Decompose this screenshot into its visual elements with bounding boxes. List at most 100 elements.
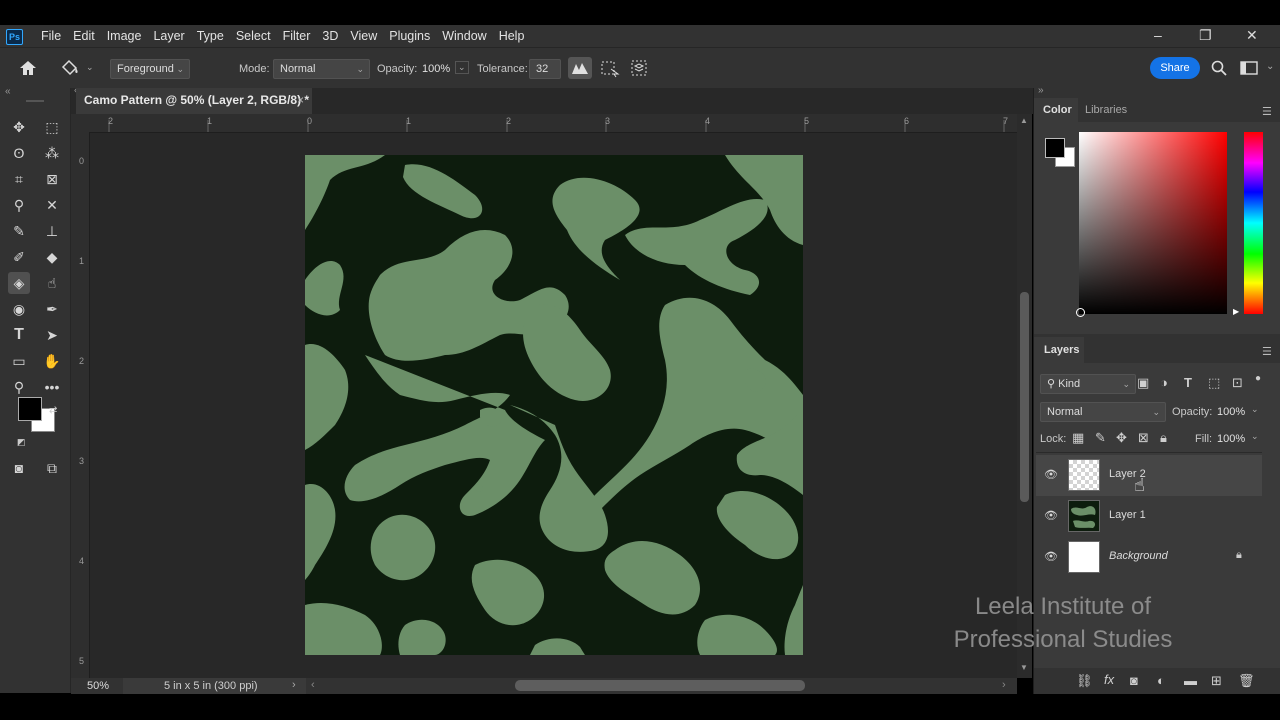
minimize-button[interactable]: – xyxy=(1154,27,1162,43)
close-window-button[interactable]: ✕ xyxy=(1246,27,1258,44)
contiguous-icon[interactable] xyxy=(599,57,621,79)
hue-slider[interactable] xyxy=(1244,132,1263,314)
fill-value[interactable]: 100% xyxy=(1217,433,1245,445)
menu-file[interactable]: File xyxy=(35,28,67,44)
menu-window[interactable]: Window xyxy=(436,28,492,44)
tab-libraries[interactable]: Libraries xyxy=(1085,104,1127,116)
smudge-tool-icon[interactable]: ☝ xyxy=(41,272,63,294)
new-group-icon[interactable]: ▬ xyxy=(1184,673,1197,688)
move-tool-icon[interactable]: ✥ xyxy=(8,116,30,138)
menu-filter[interactable]: Filter xyxy=(277,28,317,44)
add-mask-icon[interactable]: ◙ xyxy=(1130,673,1138,688)
menu-select[interactable]: Select xyxy=(230,28,277,44)
scroll-down-icon[interactable]: ▼ xyxy=(1020,663,1028,672)
home-icon[interactable] xyxy=(19,60,37,76)
screen-mode-icon[interactable]: ⧉ xyxy=(41,457,63,479)
anti-alias-toggle[interactable] xyxy=(568,57,592,79)
document-tab[interactable]: Camo Pattern @ 50% (Layer 2, RGB/8) * × xyxy=(76,88,312,114)
panel-menu-icon[interactable]: ☰ xyxy=(1262,105,1272,118)
search-icon[interactable] xyxy=(1211,60,1227,76)
color-picker-marker[interactable] xyxy=(1076,308,1085,317)
visibility-eye-icon[interactable]: 👁︎ xyxy=(1044,509,1058,522)
zoom-tool-icon[interactable]: ⚲ xyxy=(8,376,30,398)
layers-panel-menu-icon[interactable]: ☰ xyxy=(1262,345,1272,358)
paint-bucket-tool-icon[interactable]: ◈ xyxy=(8,272,30,294)
layer-filter-dropdown[interactable]: ⚲ Kind ⌄ xyxy=(1040,374,1136,394)
lock-position-icon[interactable]: ✥ xyxy=(1116,430,1127,446)
chevron-down-icon[interactable]: ⌄ xyxy=(1251,431,1259,442)
blend-mode-dropdown[interactable]: Normal ⌄ xyxy=(1040,402,1166,422)
layer-row-background[interactable]: 👁︎ Background 🔒︎ xyxy=(1036,537,1262,578)
rectangle-tool-icon[interactable]: ▭ xyxy=(8,350,30,372)
quick-mask-icon[interactable]: ◙ xyxy=(8,457,30,479)
menu-plugins[interactable]: Plugins xyxy=(383,28,436,44)
filter-type-icon[interactable]: T xyxy=(1184,375,1192,390)
tolerance-input[interactable]: 32 xyxy=(529,59,561,79)
filter-pixel-icon[interactable]: ▣ xyxy=(1137,375,1149,391)
layer-opacity-value[interactable]: 100% xyxy=(1217,406,1245,418)
lock-transparent-pixels-icon[interactable]: ▦ xyxy=(1072,430,1084,446)
layer-lock-icon[interactable]: 🔒︎ xyxy=(1236,549,1242,562)
crop-tool-icon[interactable]: ⌗ xyxy=(8,168,30,190)
tab-layers[interactable]: Layers xyxy=(1044,344,1079,356)
all-layers-icon[interactable] xyxy=(628,57,650,79)
horizontal-scrollbar-thumb[interactable] xyxy=(515,680,805,691)
menu-help[interactable]: Help xyxy=(493,28,531,44)
swap-colors-icon[interactable]: ⇄ xyxy=(49,405,57,416)
filter-adjustment-icon[interactable]: ◑ xyxy=(1160,375,1168,390)
scroll-up-icon[interactable]: ▲ xyxy=(1020,116,1028,125)
opacity-chevron-icon[interactable]: ⌄ xyxy=(455,61,469,74)
magic-wand-tool-icon[interactable]: ⁂ xyxy=(41,142,63,164)
lasso-tool-icon[interactable]: ʘ xyxy=(8,142,30,164)
link-layers-icon[interactable]: ⛓ xyxy=(1076,673,1093,689)
tab-color[interactable]: Color xyxy=(1043,104,1072,116)
paint-bucket-tool-preset-icon[interactable] xyxy=(60,59,80,77)
menu-view[interactable]: View xyxy=(344,28,383,44)
fill-source-dropdown[interactable]: Foreground ⌄ xyxy=(110,59,190,79)
adjustment-layer-icon[interactable]: ◐ xyxy=(1157,673,1165,688)
chevron-down-icon[interactable]: ⌄ xyxy=(1266,61,1274,72)
menu-3d[interactable]: 3D xyxy=(316,28,344,44)
chevron-down-icon[interactable]: ⌄ xyxy=(86,62,94,73)
pen-tool-icon[interactable]: ✒ xyxy=(41,298,63,320)
layer-name[interactable]: Layer 1 xyxy=(1109,509,1146,521)
vertical-scrollbar-thumb[interactable] xyxy=(1020,292,1029,502)
visibility-eye-icon[interactable]: 👁︎ xyxy=(1044,550,1058,563)
lock-image-pixels-icon[interactable]: ✎ xyxy=(1095,430,1106,446)
menu-layer[interactable]: Layer xyxy=(147,28,190,44)
path-selection-tool-icon[interactable]: ➤ xyxy=(41,324,63,346)
close-tab-icon[interactable]: × xyxy=(297,88,304,112)
layer-style-fx-icon[interactable]: fx xyxy=(1104,672,1114,687)
hue-slider-handle-icon[interactable]: ▶ xyxy=(1233,307,1239,316)
opacity-value[interactable]: 100% xyxy=(422,63,450,75)
default-colors-icon[interactable]: ◩ xyxy=(17,437,26,448)
frame-tool-icon[interactable]: ⊠ xyxy=(41,168,63,190)
color-picker-field[interactable] xyxy=(1079,132,1227,314)
healing-brush-tool-icon[interactable]: ✕ xyxy=(41,194,63,216)
share-button[interactable]: Share xyxy=(1150,57,1200,79)
layer-row-layer-1[interactable]: 👁︎ Layer 1 xyxy=(1036,496,1262,537)
collapse-chevron-icon[interactable]: « xyxy=(5,86,11,97)
layer-name[interactable]: Background xyxy=(1109,550,1168,562)
layer-row-layer-2[interactable]: 👁︎ Layer 2 ☝ xyxy=(1036,455,1262,496)
lock-artboard-icon[interactable]: ⊠ xyxy=(1138,430,1149,446)
eyedropper-tool-icon[interactable]: ⚲ xyxy=(8,194,30,216)
scroll-left-icon[interactable]: ‹ xyxy=(311,679,315,691)
lock-all-icon[interactable]: 🔒︎ xyxy=(1160,430,1167,446)
brush-tool-icon[interactable]: ✎ xyxy=(8,220,30,242)
marquee-tool-icon[interactable]: ⬚ xyxy=(41,116,63,138)
menu-edit[interactable]: Edit xyxy=(67,28,101,44)
eraser-tool-icon[interactable]: ◆ xyxy=(41,246,63,268)
filter-shape-icon[interactable]: ⬚ xyxy=(1208,375,1220,391)
filter-smart-object-icon[interactable]: ⊡ xyxy=(1232,375,1243,391)
delete-layer-icon[interactable]: 🗑︎ xyxy=(1238,673,1255,689)
mode-dropdown[interactable]: Normal ⌄ xyxy=(273,59,370,79)
collapse-panels-icon[interactable]: » xyxy=(1038,85,1044,96)
type-tool-icon[interactable]: T xyxy=(8,324,30,346)
more-tools-icon[interactable]: ••• xyxy=(41,376,63,398)
status-chevron-icon[interactable]: › xyxy=(292,679,296,691)
foreground-color-swatch[interactable] xyxy=(18,397,42,421)
document-canvas[interactable] xyxy=(305,155,803,655)
menu-image[interactable]: Image xyxy=(101,28,148,44)
chevron-down-icon[interactable]: ⌄ xyxy=(1251,404,1259,415)
